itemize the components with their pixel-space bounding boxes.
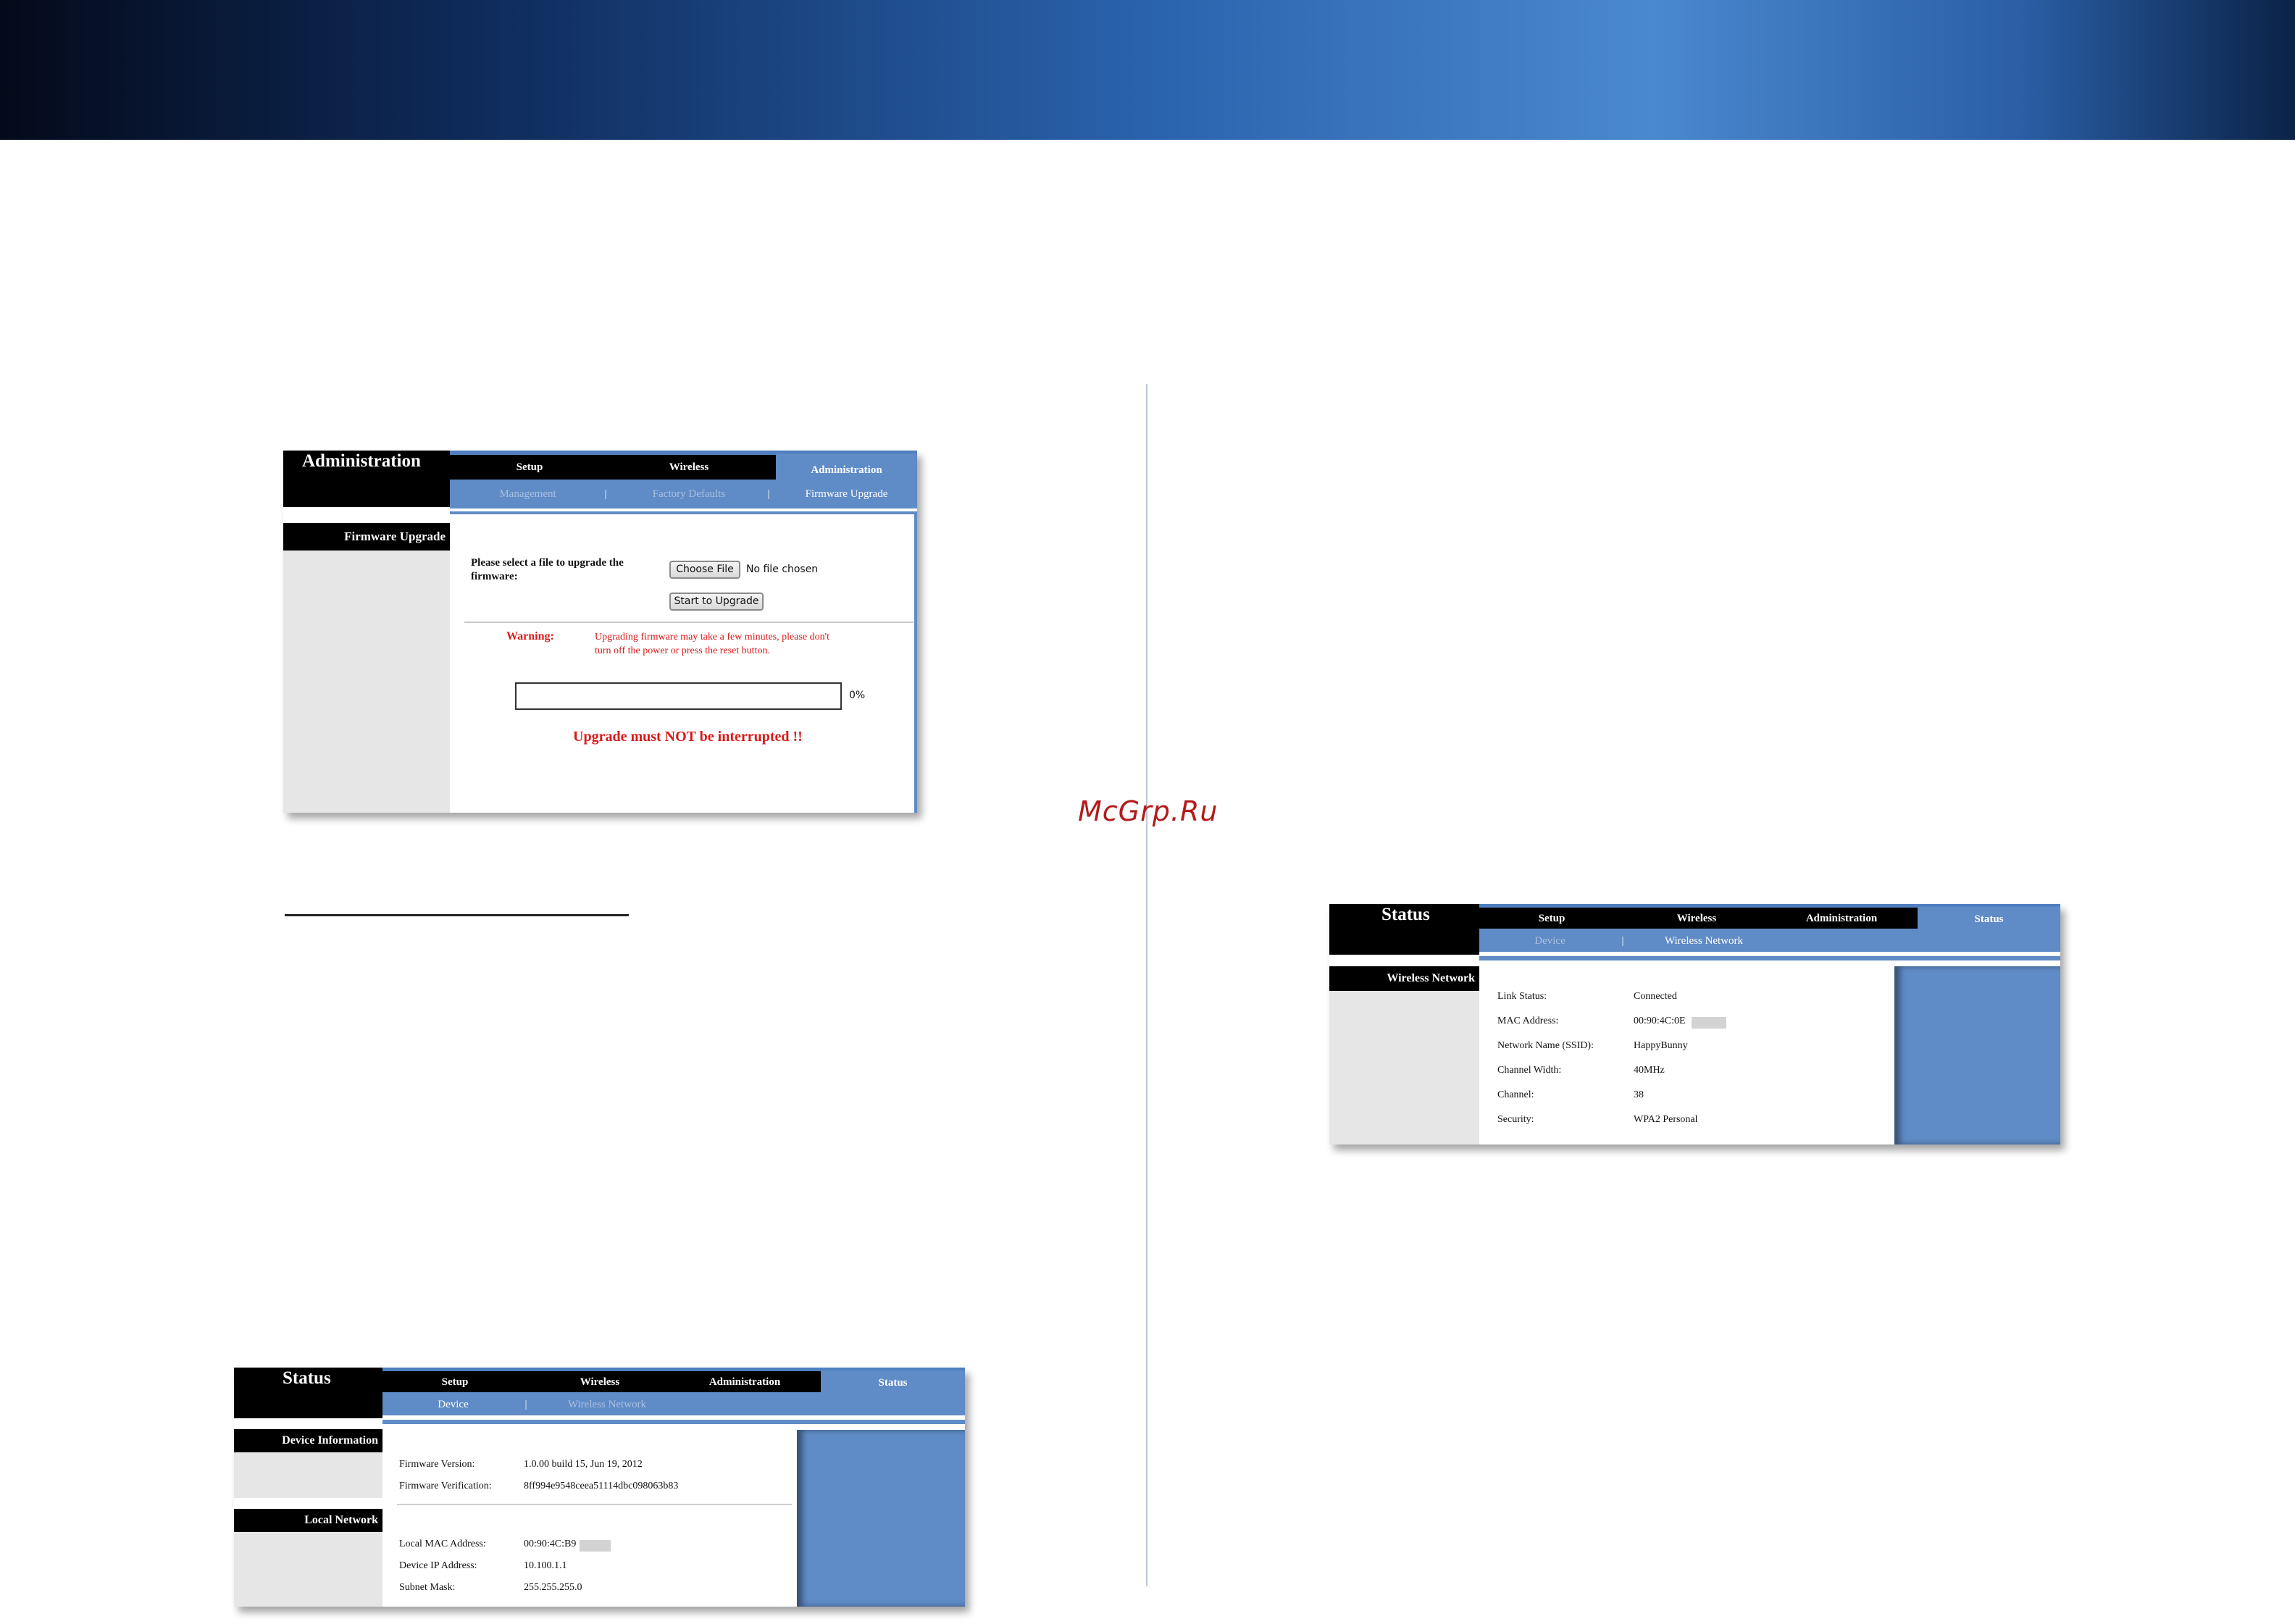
section-label-local: Local Network <box>234 1509 382 1532</box>
warning-message: Upgrading firmware may take a few minute… <box>595 632 830 656</box>
field-value-device-ip: 10.100.1.1 <box>524 1560 567 1571</box>
tab-wireless[interactable]: Wireless <box>527 1373 672 1391</box>
field-label-channel: Channel: <box>1497 1089 1534 1100</box>
page-title: Status <box>234 1368 382 1418</box>
subtab-device[interactable]: Device <box>382 1397 524 1412</box>
subtab-rule <box>1479 956 2060 960</box>
field-value-link-status: Connected <box>1634 991 1677 1002</box>
page-title: Status <box>1329 904 1479 955</box>
choose-file-button[interactable]: Choose File <box>669 561 740 579</box>
field-value-ssid: HappyBunny <box>1634 1040 1688 1051</box>
firmware-upgrade-screenshot: Administration Firmware Upgrade Setup Wi… <box>283 451 917 813</box>
sidebar-gap <box>283 507 450 523</box>
field-label-device-ip: Device IP Address: <box>399 1560 477 1571</box>
tab-setup[interactable]: Setup <box>450 458 609 477</box>
column-divider <box>1146 384 1148 1586</box>
field-label-firmware-verification: Firmware Verification: <box>399 1481 492 1491</box>
right-panel <box>797 1430 965 1607</box>
sidebar-gap-2 <box>234 1498 382 1509</box>
field-value-subnet-mask: 255.255.255.0 <box>524 1582 582 1593</box>
header-banner <box>0 0 2295 140</box>
sidebar-gap <box>1329 955 1479 966</box>
subtab-wireless-network[interactable]: Wireless Network <box>531 1397 683 1412</box>
field-label-firmware-version: Firmware Version: <box>399 1459 475 1470</box>
tab-administration[interactable]: Administration <box>776 453 917 480</box>
subtab-firmware-upgrade[interactable]: Firmware Upgrade <box>776 485 917 503</box>
section-divider <box>397 1504 792 1505</box>
select-file-label: Please select a file to upgrade the firm… <box>471 557 624 582</box>
tab-setup[interactable]: Setup <box>1479 910 1624 927</box>
field-label-link-status: Link Status: <box>1497 991 1547 1002</box>
field-value-firmware-version: 1.0.00 build 15, Jun 19, 2012 <box>524 1459 643 1470</box>
field-label-ssid: Network Name (SSID): <box>1497 1040 1594 1051</box>
sidebar-gap <box>234 1418 382 1429</box>
section-label: Firmware Upgrade <box>283 523 450 551</box>
field-label-local-mac: Local MAC Address: <box>399 1539 486 1549</box>
form-divider <box>464 621 914 623</box>
progress-bar <box>515 682 842 710</box>
subtab-separator-1: | <box>604 488 607 500</box>
subtab-rule <box>450 511 917 514</box>
heading-underline <box>285 914 629 916</box>
progress-percent: 0% <box>849 690 866 701</box>
field-value-channel: 38 <box>1634 1089 1644 1100</box>
status-device-screenshot: Status Device Information Local Network … <box>234 1368 965 1607</box>
status-wireless-screenshot: Status Wireless Network Setup Wireless A… <box>1329 904 2060 1144</box>
page-title: Administration <box>283 451 450 507</box>
field-value-channel-width: 40MHz <box>1634 1065 1665 1076</box>
field-value-local-mac: 00:90:4C:B9 <box>524 1539 577 1549</box>
content-right-edge <box>914 514 917 813</box>
start-upgrade-button[interactable]: Start to Upgrade <box>669 593 764 611</box>
field-value-security: WPA2 Personal <box>1634 1114 1698 1125</box>
redacted-mac-mask <box>580 1540 611 1552</box>
subtab-factory-defaults[interactable]: Factory Defaults <box>609 485 769 503</box>
field-value-firmware-verification: 8ff994e9548ceea51114dbc098063b83 <box>524 1481 679 1491</box>
section-label: Wireless Network <box>1329 966 1479 991</box>
no-file-chosen-text: No file chosen <box>746 564 819 575</box>
warning-label: Warning: <box>506 630 554 643</box>
subtab-device[interactable]: Device <box>1479 933 1621 949</box>
field-label-channel-width: Channel Width: <box>1497 1065 1562 1076</box>
redacted-mac-mask <box>1692 1017 1726 1029</box>
tab-wireless[interactable]: Wireless <box>609 458 769 477</box>
field-label-security: Security: <box>1497 1114 1534 1125</box>
field-label-mac-address: MAC Address: <box>1497 1016 1559 1026</box>
subtab-wireless-network[interactable]: Wireless Network <box>1628 933 1780 949</box>
tab-administration[interactable]: Administration <box>1769 910 1914 927</box>
watermark: McGrp.Ru <box>1078 795 1218 827</box>
field-value-mac-address: 00:90:4C:0E <box>1634 1016 1686 1026</box>
section-label-device: Device Information <box>234 1429 382 1452</box>
subtab-rule <box>382 1420 965 1424</box>
tab-status[interactable]: Status <box>1918 907 2060 929</box>
tab-setup[interactable]: Setup <box>382 1373 527 1391</box>
subtab-management[interactable]: Management <box>450 485 606 503</box>
tab-administration[interactable]: Administration <box>672 1373 817 1391</box>
subtab-separator: | <box>1621 935 1624 947</box>
field-label-subnet-mask: Subnet Mask: <box>399 1582 456 1593</box>
tab-wireless[interactable]: Wireless <box>1624 910 1769 927</box>
interrupt-notice: Upgrade must NOT be interrupted !! <box>573 729 803 745</box>
subtab-separator: | <box>524 1399 527 1410</box>
subtab-separator-2: | <box>767 488 770 500</box>
tab-status[interactable]: Status <box>821 1370 965 1392</box>
right-panel <box>1894 966 2060 1144</box>
